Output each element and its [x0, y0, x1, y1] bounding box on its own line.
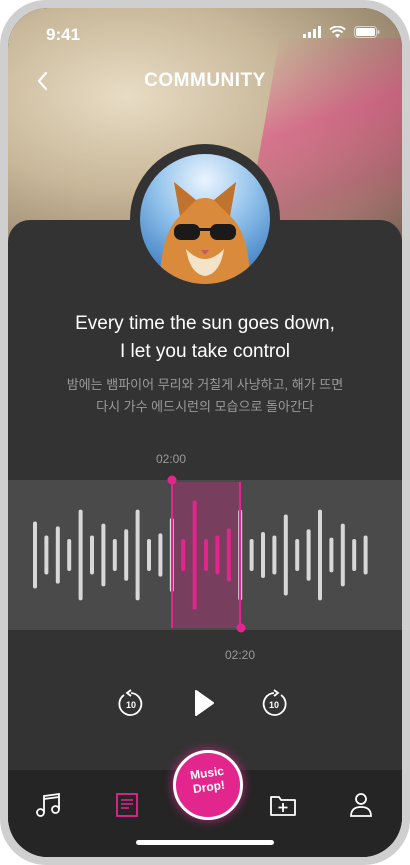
battery-icon	[354, 26, 380, 38]
music-drop-label: Music Drop!	[189, 763, 226, 797]
nav-bar: COMMUNITY	[8, 66, 402, 98]
rewind-10-icon[interactable]: 10	[116, 689, 146, 719]
page-title: COMMUNITY	[144, 70, 266, 91]
clip-end-time: 02:20	[225, 648, 256, 662]
waveform-band	[8, 480, 402, 630]
lyric-korean-line2: 다시 가수 에드시런의 모습으로 돌아간다	[96, 399, 314, 414]
signal-icon	[303, 26, 321, 38]
svg-text:10: 10	[126, 700, 136, 710]
status-icons	[303, 26, 380, 38]
waveform[interactable]	[8, 480, 402, 630]
forward-10-icon[interactable]: 10	[259, 689, 289, 719]
end-handle-dot[interactable]	[235, 622, 247, 634]
svg-text:10: 10	[269, 700, 279, 710]
avatar	[140, 154, 270, 284]
wifi-icon	[329, 26, 346, 38]
lyric-english: Every time the sun goes down, I let you …	[8, 310, 402, 366]
start-handle-dot[interactable]	[166, 474, 178, 486]
tab-music[interactable]	[32, 788, 66, 822]
tab-community[interactable]	[110, 788, 144, 822]
home-indicator	[136, 840, 274, 845]
music-drop-button[interactable]: Music Drop!	[173, 750, 243, 820]
app-screen: 9:41 COMMUNITY Every time the sun goes d…	[8, 8, 402, 857]
status-time: 9:41	[46, 25, 81, 44]
playback-controls: 10 10	[8, 683, 402, 727]
lyric-korean: 밤에는 뱀파이어 무리와 거칠게 사냥하고, 해가 뜨면 다시 가수 에드시런의…	[8, 374, 402, 418]
tab-folder-add[interactable]	[266, 788, 300, 822]
status-bar: 9:41	[8, 8, 402, 56]
play-icon[interactable]	[192, 688, 216, 718]
lyric-english-line2: I let you take control	[119, 341, 291, 362]
phone-frame: 9:41 COMMUNITY Every time the sun goes d…	[0, 0, 410, 865]
clip-start-time: 02:00	[156, 452, 187, 466]
lyric-english-line1: Every time the sun goes down,	[75, 313, 335, 334]
tab-profile[interactable]	[344, 788, 378, 822]
cat-sunglasses-image	[140, 154, 270, 284]
lyric-korean-line1: 밤에는 뱀파이어 무리와 거칠게 사냥하고, 해가 뜨면	[66, 377, 344, 392]
